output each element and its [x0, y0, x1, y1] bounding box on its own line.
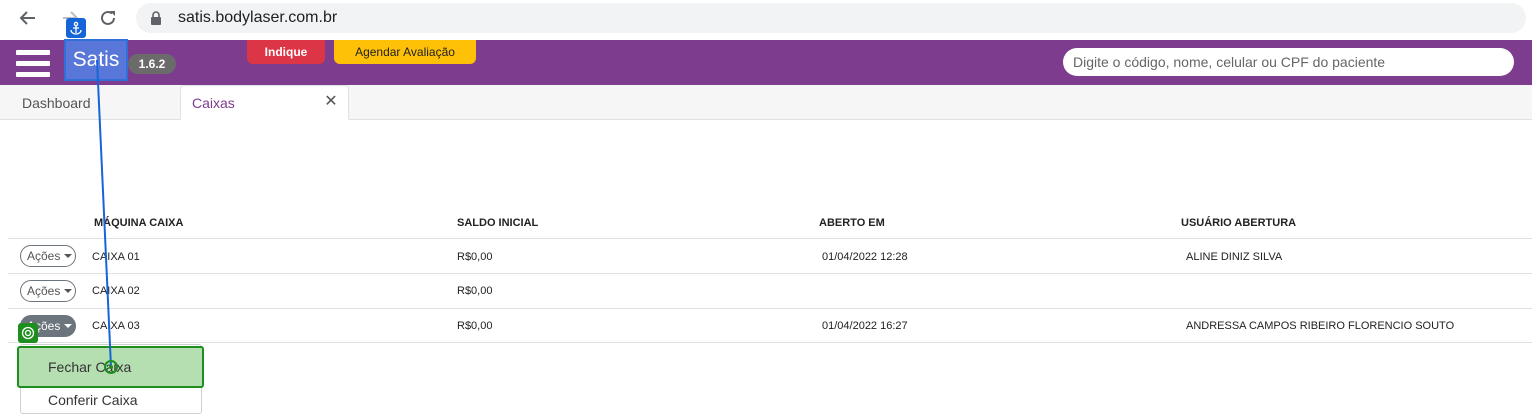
target-icon	[18, 323, 38, 343]
column-header-aberto: ABERTO EM	[819, 217, 885, 229]
browser-toolbar: satis.bodylaser.com.br	[0, 0, 1532, 40]
row-divider	[8, 342, 1532, 343]
cell-saldo: R$0,00	[457, 320, 493, 332]
acoes-dropdown-button[interactable]: Ações	[20, 280, 76, 302]
close-icon[interactable]: ✕	[324, 94, 338, 110]
agendar-avaliacao-button[interactable]: Agendar Avaliação	[334, 40, 476, 64]
row-divider	[8, 273, 1532, 274]
address-bar[interactable]: satis.bodylaser.com.br	[136, 3, 1526, 33]
version-badge: 1.6.2	[128, 54, 176, 74]
cell-usuario: ALINE DINIZ SILVA	[1186, 251, 1283, 263]
column-header-usuario: USUÁRIO ABERTURA	[1181, 217, 1297, 229]
column-header-maquina: MÁQUINA CAIXA	[94, 217, 184, 229]
url-text: satis.bodylaser.com.br	[178, 9, 338, 26]
caret-down-icon	[64, 254, 73, 258]
column-header-saldo: SALDO INICIAL	[457, 217, 539, 229]
row-divider	[8, 308, 1532, 309]
cell-saldo: R$0,00	[457, 251, 493, 263]
lock-icon	[151, 11, 161, 25]
menu-icon[interactable]	[16, 50, 50, 78]
caret-down-icon	[64, 289, 73, 293]
brand-logo[interactable]: Satis	[64, 39, 128, 81]
menu-item-conferir-caixa[interactable]: Conferir Caixa	[20, 392, 202, 416]
cell-saldo: R$0,00	[457, 285, 493, 297]
anchor-icon	[66, 18, 86, 38]
cell-aberto: 01/04/2022 12:28	[822, 251, 908, 263]
cell-maquina: CAIXA 01	[92, 251, 140, 263]
cell-usuario: ANDRESSA CAMPOS RIBEIRO FLORENCIO SOUTO	[1186, 320, 1455, 332]
patient-search-input[interactable]	[1063, 48, 1514, 76]
acoes-dropdown-button[interactable]: Ações	[20, 245, 76, 267]
back-icon[interactable]	[14, 6, 42, 30]
tab-caixas-label: Caixas	[192, 94, 235, 111]
table-divider	[8, 238, 1532, 239]
caret-down-icon	[64, 324, 73, 328]
tab-dashboard[interactable]: Dashboard	[8, 85, 168, 120]
cell-aberto: 01/04/2022 16:27	[822, 320, 908, 332]
menu-item-fechar-caixa[interactable]: Fechar Caixa	[17, 346, 204, 388]
tab-caixas[interactable]: Caixas ✕	[180, 85, 349, 120]
cell-maquina: CAIXA 02	[92, 285, 140, 297]
acoes-label: Ações	[27, 284, 61, 298]
reload-icon[interactable]	[94, 6, 122, 30]
acoes-label: Ações	[27, 249, 61, 263]
indique-button[interactable]: Indique	[247, 40, 325, 64]
cell-maquina: CAIXA 03	[92, 320, 140, 332]
